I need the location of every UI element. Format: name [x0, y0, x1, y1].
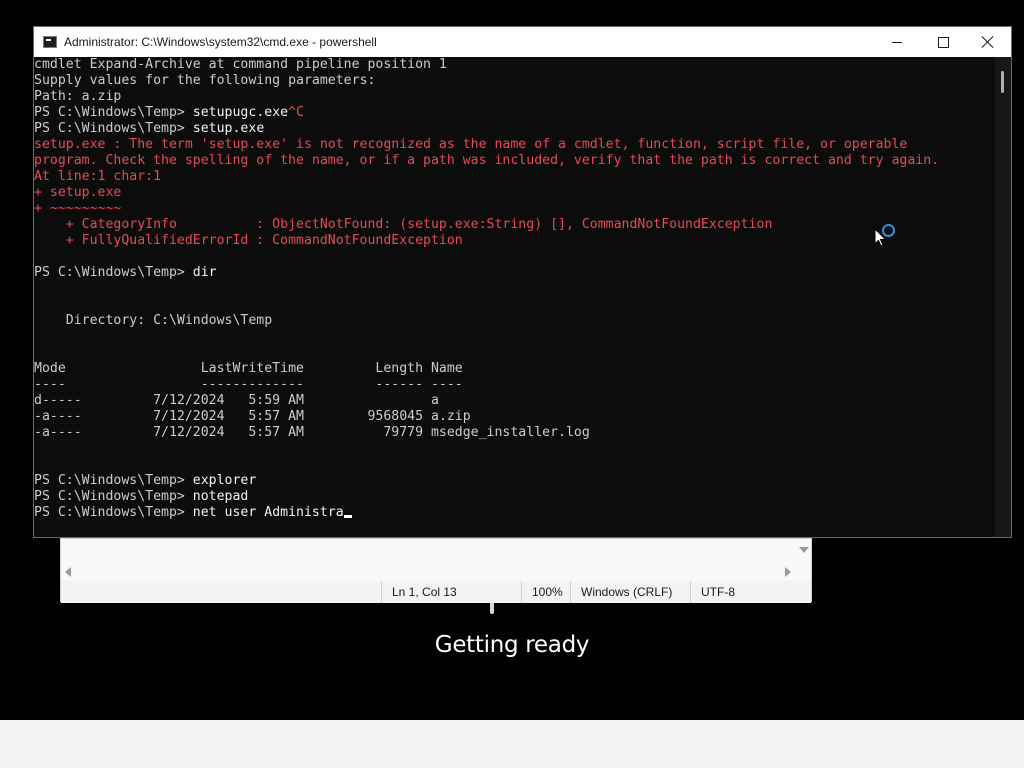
encoding: UTF-8	[690, 581, 811, 603]
notepad-status-bar: Ln 1, Col 13 100% Windows (CRLF) UTF-8	[61, 581, 811, 603]
command-text: dir	[192, 265, 217, 280]
terminal-error-line: + FullyQualifiedErrorId : CommandNotFoun…	[34, 233, 463, 248]
terminal-output-line: Path: a.zip	[34, 89, 122, 104]
prompt-text: PS C:\Windows\Temp>	[34, 105, 193, 120]
command-text: notepad	[192, 489, 249, 504]
busy-indicator-icon	[882, 224, 895, 237]
console-titlebar[interactable]: Administrator: C:\Windows\system32\cmd.e…	[34, 27, 1011, 57]
scroll-thumb[interactable]	[1001, 71, 1004, 93]
terminal-prompt-line: PS C:\Windows\Temp> net user Administra	[34, 505, 994, 521]
scroll-right-arrow-icon[interactable]	[785, 567, 791, 577]
terminal-error-line: setup.exe : The term 'setup.exe' is not …	[34, 137, 908, 152]
terminal-prompt-line: PS C:\Windows\Temp> notepad	[34, 489, 994, 505]
line-ending: Windows (CRLF)	[570, 581, 690, 603]
notepad-window[interactable]: Ln 1, Col 13 100% Windows (CRLF) UTF-8	[60, 538, 812, 603]
prompt-text: PS C:\Windows\Temp>	[34, 265, 193, 280]
terminal-output-line: -a---- 7/12/2024 5:57 AM 79779 msedge_in…	[34, 425, 590, 440]
window-title: Administrator: C:\Windows\system32\cmd.e…	[64, 35, 377, 49]
prompt-text: PS C:\Windows\Temp>	[34, 473, 193, 488]
terminal-error-line: At line:1 char:1	[34, 169, 162, 184]
command-text: net user Administra	[192, 505, 344, 520]
close-button[interactable]	[965, 27, 1011, 57]
terminal-error-line: + CategoryInfo : ObjectNotFound: (setup.…	[34, 217, 773, 232]
interrupt-text: ^C	[288, 105, 304, 120]
terminal-error-line: + setup.exe	[34, 185, 122, 200]
terminal-prompt-line: PS C:\Windows\Temp> explorer	[34, 473, 994, 489]
terminal-output-line: d----- 7/12/2024 5:59 AM a	[34, 393, 439, 408]
maximize-icon	[938, 37, 949, 48]
terminal-output-line: cmdlet Expand-Archive at command pipelin…	[34, 57, 447, 72]
command-text: setupugc.exe	[192, 105, 289, 120]
cmd-icon	[43, 36, 57, 48]
zoom-level: 100%	[521, 581, 571, 603]
horizontal-scrollbar[interactable]	[61, 563, 797, 579]
close-icon	[981, 35, 995, 49]
terminal-output-line: Mode LastWriteTime Length Name	[34, 361, 463, 376]
terminal-output-line: -a---- 7/12/2024 5:57 AM 9568045 a.zip	[34, 409, 471, 424]
terminal-prompt-line: PS C:\Windows\Temp> dir	[34, 265, 994, 281]
vertical-scrollbar[interactable]	[995, 57, 1011, 537]
terminal-output-line: Supply values for the following paramete…	[34, 73, 376, 88]
terminal-output-line: ---- ------------- ------ ----	[34, 377, 463, 392]
text-cursor	[343, 515, 352, 518]
scroll-down-arrow-icon[interactable]	[799, 547, 809, 553]
terminal-output-line: Directory: C:\Windows\Temp	[34, 313, 273, 328]
prompt-text: PS C:\Windows\Temp>	[34, 121, 193, 136]
maximize-button[interactable]	[920, 27, 966, 57]
command-text: setup.exe	[192, 121, 265, 136]
minimize-button[interactable]	[874, 27, 920, 57]
getting-ready-message: Getting ready	[434, 632, 590, 658]
prompt-text: PS C:\Windows\Temp>	[34, 505, 193, 520]
minimize-icon	[892, 42, 902, 43]
terminal-prompt-line: PS C:\Windows\Temp> setupugc.exe^C	[34, 105, 994, 121]
terminal-output[interactable]: cmdlet Expand-Archive at command pipelin…	[34, 57, 994, 537]
terminal-error-line: program. Check the spelling of the name,…	[34, 153, 940, 168]
console-window[interactable]: Administrator: C:\Windows\system32\cmd.e…	[33, 26, 1012, 538]
prompt-text: PS C:\Windows\Temp>	[34, 489, 193, 504]
cursor-position: Ln 1, Col 13	[381, 581, 521, 603]
terminal-error-line: + ~~~~~~~~~	[34, 201, 122, 216]
scroll-left-arrow-icon[interactable]	[65, 567, 71, 577]
bottom-strip	[0, 720, 1024, 768]
command-text: explorer	[192, 473, 257, 488]
terminal-prompt-line: PS C:\Windows\Temp> setup.exe	[34, 121, 994, 137]
